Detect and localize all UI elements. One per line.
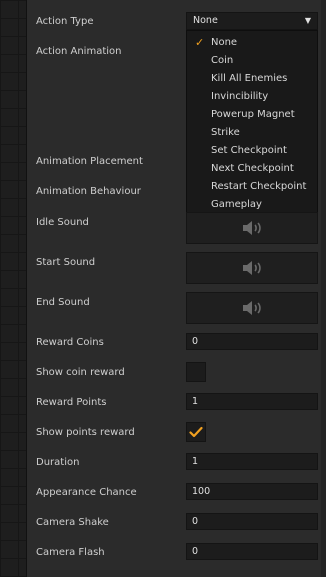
camera-shake-input[interactable]: 0: [186, 513, 318, 530]
animation-behaviour-label: Animation Behaviour: [36, 186, 141, 197]
show-coin-reward-checkbox[interactable]: [186, 362, 206, 382]
option-label: Restart Checkpoint: [211, 181, 307, 192]
checkmark-icon: ✓: [195, 36, 205, 49]
camera-flash-label: Camera Flash: [36, 547, 105, 558]
reward-coins-label: Reward Coins: [36, 337, 104, 348]
speaker-icon: [243, 301, 261, 315]
action-animation-label: Action Animation: [36, 46, 122, 57]
option-label: Invincibility: [211, 91, 269, 102]
idle-sound-slot[interactable]: [186, 212, 318, 244]
dropdown-option-strike[interactable]: Strike: [187, 124, 317, 142]
chevron-down-icon: ▼: [304, 16, 311, 25]
camera-shake-label: Camera Shake: [36, 517, 109, 528]
start-sound-slot[interactable]: [186, 252, 318, 284]
duration-label: Duration: [36, 457, 80, 468]
scrollbar-track[interactable]: [321, 0, 326, 577]
option-label: Next Checkpoint: [211, 163, 294, 174]
option-label: Strike: [211, 127, 240, 138]
camera-flash-input[interactable]: 0: [186, 543, 318, 560]
action-type-select[interactable]: None ▼: [186, 12, 318, 30]
idle-sound-label: Idle Sound: [36, 217, 89, 228]
dropdown-option-none[interactable]: ✓ None: [187, 34, 317, 52]
show-points-reward-checkbox[interactable]: [186, 422, 206, 442]
option-label: Kill All Enemies: [211, 73, 288, 84]
start-sound-label: Start Sound: [36, 257, 96, 268]
node-graph-gutter: [0, 0, 27, 577]
dropdown-option-restart-checkpoint[interactable]: Restart Checkpoint: [187, 178, 317, 196]
action-type-value: None: [193, 15, 218, 26]
end-sound-label: End Sound: [36, 297, 90, 308]
appearance-chance-label: Appearance Chance: [36, 487, 137, 498]
animation-placement-label: Animation Placement: [36, 156, 143, 167]
option-label: None: [211, 37, 238, 48]
dropdown-option-set-checkpoint[interactable]: Set Checkpoint: [187, 142, 317, 160]
speaker-icon: [243, 221, 261, 235]
option-label: Gameplay: [211, 199, 262, 210]
option-label: Set Checkpoint: [211, 145, 287, 156]
duration-input[interactable]: 1: [186, 453, 318, 470]
action-type-label: Action Type: [36, 16, 94, 27]
dropdown-option-powerup-magnet[interactable]: Powerup Magnet: [187, 106, 317, 124]
speaker-icon: [243, 261, 261, 275]
dropdown-option-kill-all-enemies[interactable]: Kill All Enemies: [187, 70, 317, 88]
show-points-reward-label: Show points reward: [36, 427, 135, 438]
action-type-dropdown[interactable]: ✓ None Coin Kill All Enemies Invincibili…: [186, 30, 318, 213]
appearance-chance-input[interactable]: 100: [186, 483, 318, 500]
dropdown-option-invincibility[interactable]: Invincibility: [187, 88, 317, 106]
reward-points-label: Reward Points: [36, 397, 107, 408]
dropdown-option-coin[interactable]: Coin: [187, 52, 317, 70]
option-label: Powerup Magnet: [211, 109, 295, 120]
show-coin-reward-label: Show coin reward: [36, 367, 125, 378]
reward-coins-input[interactable]: 0: [186, 333, 318, 350]
end-sound-slot[interactable]: [186, 292, 318, 324]
checkmark-icon: [189, 426, 203, 438]
reward-points-input[interactable]: 1: [186, 393, 318, 410]
dropdown-option-next-checkpoint[interactable]: Next Checkpoint: [187, 160, 317, 178]
option-label: Coin: [211, 55, 234, 66]
